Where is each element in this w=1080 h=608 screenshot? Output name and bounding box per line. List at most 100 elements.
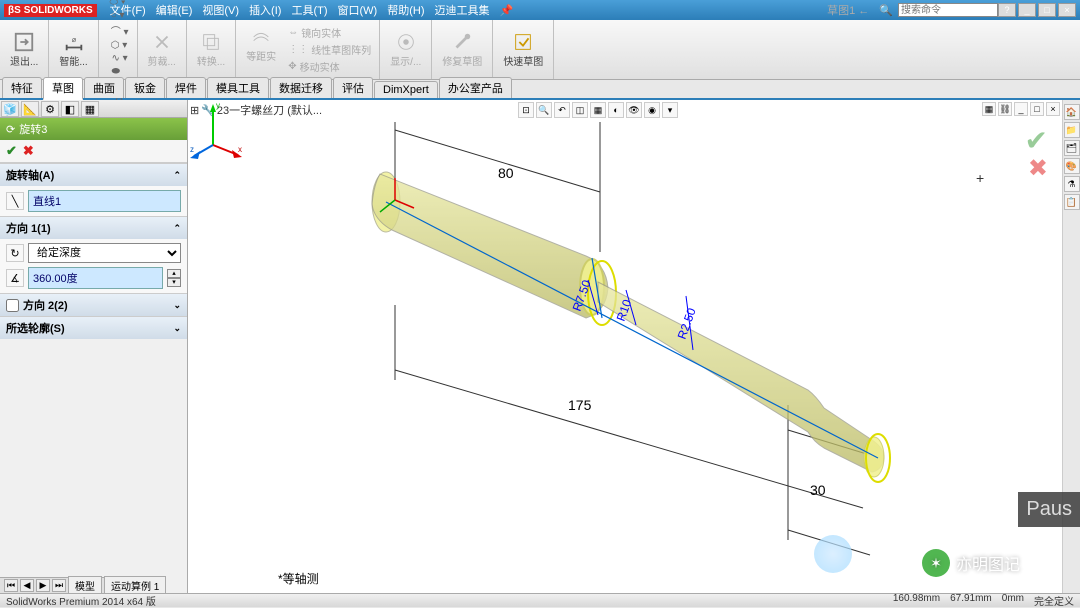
design-library-icon[interactable]: 📁 bbox=[1064, 122, 1080, 138]
mirror-button[interactable]: ⇔ 镜向实体 bbox=[286, 24, 373, 41]
dir2-checkbox[interactable] bbox=[6, 299, 19, 312]
wechat-icon: ✶ bbox=[922, 549, 950, 577]
section-axis-header[interactable]: 旋转轴(A)⌃ bbox=[0, 164, 187, 186]
offset-button[interactable]: 等距实 bbox=[242, 24, 280, 75]
ribbon: 退出... ⌀ 智能... ╲ ▾ □ ▾ ⬭ ▾ ○ ▾ ⌒ ▾ ⬡ ▾ ∿ … bbox=[0, 20, 1080, 80]
app-logo: βS SOLIDWORKS bbox=[4, 4, 97, 17]
revolve-icon: ⟳ bbox=[6, 123, 15, 136]
ellipse-tool[interactable]: ⬬ bbox=[110, 65, 130, 78]
spline-tool[interactable]: ∿ ▾ bbox=[110, 52, 130, 65]
display-tab-icon[interactable]: ◧ bbox=[61, 101, 79, 117]
status-y: 67.91mm bbox=[950, 593, 992, 608]
tab-evaluate[interactable]: 评估 bbox=[333, 77, 373, 98]
angle-input[interactable]: 360.00度 bbox=[28, 267, 163, 289]
config-tab-icon[interactable]: ⚙ bbox=[41, 101, 59, 117]
status-state: 完全定义 bbox=[1034, 593, 1074, 608]
repair-button[interactable]: 修复草图 bbox=[438, 29, 486, 70]
tab-surface[interactable]: 曲面 bbox=[84, 77, 124, 98]
view-orientation-label: *等轴测 bbox=[278, 570, 319, 587]
angle-icon: ∡ bbox=[6, 269, 24, 287]
menu-view[interactable]: 视图(V) bbox=[197, 0, 244, 20]
menu-window[interactable]: 窗口(W) bbox=[333, 0, 383, 20]
collapse-icon: ⌃ bbox=[173, 223, 181, 234]
trim-button[interactable]: 剪裁... bbox=[144, 29, 180, 70]
svg-text:y: y bbox=[216, 101, 220, 110]
svg-text:⌀: ⌀ bbox=[71, 35, 75, 44]
polygon-tool[interactable]: ⬡ ▾ bbox=[109, 39, 131, 52]
tab-office[interactable]: 办公室产品 bbox=[439, 77, 512, 98]
section-dir2-header[interactable]: 方向 2(2)⌄ bbox=[0, 294, 187, 316]
search-input[interactable] bbox=[898, 3, 998, 17]
search-icon: 🔍 bbox=[874, 2, 898, 19]
exit-sketch-button[interactable]: 退出... bbox=[6, 29, 42, 70]
doc-title: 草图1 ← bbox=[822, 0, 874, 20]
property-tab-icon[interactable]: 📐 bbox=[21, 101, 39, 117]
menu-tools[interactable]: 工具(T) bbox=[286, 0, 332, 20]
svg-text:x: x bbox=[238, 145, 242, 154]
graphics-viewport[interactable]: ⊞ 🔧 23一字螺丝刀 (默认... ⊡ 🔍 ↶ ◫ ▦ ◐ 👁 ◉ ▾ ▦ ⛓… bbox=[188, 100, 1062, 593]
motion-tabs: ⏮ ◀ ▶ ⏭ 模型 运动算例 1 bbox=[0, 577, 166, 593]
tab-features[interactable]: 特征 bbox=[2, 77, 42, 98]
section-dir1-header[interactable]: 方向 1(1)⌃ bbox=[0, 217, 187, 239]
pm-title-bar: ⟳ 旋转3 bbox=[0, 118, 187, 140]
maximize-button[interactable]: □ bbox=[1038, 3, 1056, 17]
spin-down[interactable]: ▾ bbox=[167, 278, 181, 287]
menu-maidi[interactable]: 迈迪工具集 bbox=[430, 0, 495, 20]
status-version: SolidWorks Premium 2014 x64 版 bbox=[6, 593, 156, 608]
svg-text:80: 80 bbox=[498, 165, 514, 181]
axis-selection-box[interactable]: 直线1 bbox=[28, 190, 181, 212]
reference-triad[interactable]: y x z bbox=[188, 100, 248, 160]
tab-prev-icon[interactable]: ◀ bbox=[20, 579, 34, 592]
slot-tool[interactable]: ⬭ ▾ bbox=[107, 0, 127, 9]
convert-button[interactable]: 转换... bbox=[193, 29, 229, 70]
feature-tree-tab-icon[interactable]: 🧊 bbox=[1, 101, 19, 117]
tab-datamigration[interactable]: 数据迁移 bbox=[270, 77, 332, 98]
expand-icon: ⌄ bbox=[173, 300, 181, 311]
svg-text:z: z bbox=[190, 145, 194, 154]
display-button[interactable]: 显示/... bbox=[386, 29, 425, 70]
spin-up[interactable]: ▴ bbox=[167, 269, 181, 278]
pm-title: 旋转3 bbox=[19, 121, 47, 137]
command-manager-tabs: 特征 草图 曲面 钣金 焊件 模具工具 数据迁移 评估 DimXpert 办公室… bbox=[0, 80, 1080, 100]
menu-help[interactable]: 帮助(H) bbox=[382, 0, 429, 20]
pm-cancel-button[interactable]: ✖ bbox=[23, 143, 34, 159]
section-contours-header[interactable]: 所选轮廓(S)⌄ bbox=[0, 317, 187, 339]
other-tab-icon[interactable]: ▦ bbox=[81, 101, 99, 117]
minimize-button[interactable]: _ bbox=[1018, 3, 1036, 17]
view-palette-icon[interactable]: 🎨 bbox=[1064, 158, 1080, 174]
quick-sketch-button[interactable]: 快速草图 bbox=[499, 29, 547, 70]
smart-dimension-button[interactable]: ⌀ 智能... bbox=[55, 29, 91, 70]
tab-last-icon[interactable]: ⏭ bbox=[52, 579, 66, 592]
tab-weldment[interactable]: 焊件 bbox=[166, 77, 206, 98]
menu-pin-icon[interactable]: 📌 bbox=[495, 2, 519, 19]
panel-tab-strip: 🧊 📐 ⚙ ◧ ▦ bbox=[0, 100, 187, 118]
tab-sketch[interactable]: 草图 bbox=[43, 77, 83, 100]
appearances-icon[interactable]: ⚗ bbox=[1064, 176, 1080, 192]
file-explorer-icon[interactable]: 🗂 bbox=[1064, 140, 1080, 156]
svg-text:30: 30 bbox=[810, 482, 826, 498]
help-button[interactable]: ? bbox=[998, 3, 1016, 17]
move-button[interactable]: ✥ 移动实体 bbox=[286, 58, 373, 75]
menu-insert[interactable]: 插入(I) bbox=[244, 0, 286, 20]
menu-edit[interactable]: 编辑(E) bbox=[151, 0, 198, 20]
tab-next-icon[interactable]: ▶ bbox=[36, 579, 50, 592]
custom-props-icon[interactable]: 📋 bbox=[1064, 194, 1080, 210]
tab-moldtools[interactable]: 模具工具 bbox=[207, 77, 269, 98]
tab-first-icon[interactable]: ⏮ bbox=[4, 579, 18, 592]
status-x: 160.98mm bbox=[893, 593, 940, 608]
model-drawing: 80 175 30 R7.50 R10 R2.50 bbox=[188, 100, 1058, 590]
tab-dimxpert[interactable]: DimXpert bbox=[374, 81, 438, 98]
linear-pattern-button[interactable]: ⋮⋮ 线性草图阵列 bbox=[286, 41, 373, 58]
reverse-dir-icon[interactable]: ↻ bbox=[6, 244, 24, 262]
axis-select-icon: ╲ bbox=[6, 192, 24, 210]
watermark: ✶ 亦明图记 bbox=[922, 549, 1020, 577]
arc-tool[interactable]: ⌒ ▾ bbox=[109, 22, 131, 39]
dir1-type-dropdown[interactable]: 给定深度 bbox=[28, 243, 181, 263]
tab-sheetmetal[interactable]: 钣金 bbox=[125, 77, 165, 98]
view-cube[interactable] bbox=[814, 535, 852, 573]
pm-ok-button[interactable]: ✔ bbox=[6, 143, 17, 159]
close-button[interactable]: × bbox=[1058, 3, 1076, 17]
status-z: 0mm bbox=[1002, 593, 1024, 608]
resources-icon[interactable]: 🏠 bbox=[1064, 104, 1080, 120]
circle-tool[interactable]: ○ ▾ bbox=[109, 9, 131, 22]
